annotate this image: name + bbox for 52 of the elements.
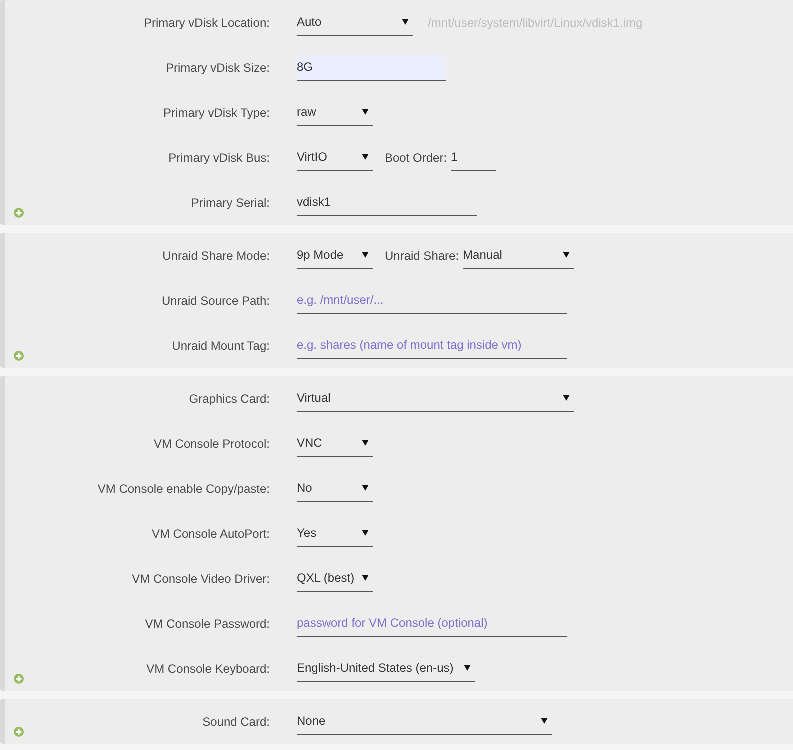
field-label: Graphics Card: xyxy=(188,392,270,406)
dropdown[interactable]: English-United States (en-us) xyxy=(297,656,475,682)
field-label: Primary vDisk Location: xyxy=(142,16,270,30)
field-label: Sound Card: xyxy=(202,714,270,728)
caret-icon xyxy=(402,19,409,25)
dropdown[interactable]: QXL (best) xyxy=(297,566,373,592)
caret-icon xyxy=(362,109,369,115)
caret-icon xyxy=(541,718,548,724)
field-label: Unraid Source Path: xyxy=(160,294,270,308)
field-label: VM Console Protocol: xyxy=(152,436,270,450)
field-label: VM Console Keyboard: xyxy=(146,662,270,676)
text-field[interactable]: e.g. shares (name of mount tag inside vm) xyxy=(297,332,567,358)
text-field[interactable]: 8G xyxy=(297,54,446,80)
field-label: VM Console Password: xyxy=(144,616,270,630)
dropdown[interactable]: 9p Mode xyxy=(297,242,373,268)
text-field[interactable]: e.g. /mnt/user/... xyxy=(297,288,567,314)
field-label: VM Console Video Driver: xyxy=(131,572,270,586)
caret-icon xyxy=(563,395,570,401)
add-icon[interactable] xyxy=(14,727,24,737)
caret-icon xyxy=(362,154,369,160)
dropdown[interactable]: VirtIO xyxy=(297,144,373,170)
add-icon[interactable] xyxy=(14,351,24,361)
dropdown[interactable]: Yes xyxy=(297,520,373,546)
field-label: Primary vDisk Type: xyxy=(162,106,270,120)
text-field[interactable]: password for VM Console (optional) xyxy=(297,610,567,636)
text-field[interactable]: 1 xyxy=(451,144,496,170)
add-icon[interactable] xyxy=(14,208,24,218)
field-label: Primary vDisk Size: xyxy=(164,60,270,74)
dropdown[interactable]: VNC xyxy=(297,430,373,456)
caret-icon xyxy=(362,485,369,491)
caret-icon xyxy=(563,252,570,258)
dropdown[interactable]: Manual xyxy=(463,242,574,268)
caret-icon xyxy=(362,530,369,536)
field-label: Boot Order: xyxy=(385,150,448,164)
dropdown[interactable]: Auto xyxy=(297,10,413,36)
dropdown[interactable]: None xyxy=(297,708,552,734)
text-field[interactable]: vdisk1 xyxy=(297,190,477,216)
field-label: Unraid Share Mode: xyxy=(162,248,270,262)
field-label: VM Console AutoPort: xyxy=(150,526,270,540)
dropdown[interactable]: raw xyxy=(297,100,373,126)
field-label: Primary Serial: xyxy=(190,196,270,210)
dropdown[interactable]: No xyxy=(297,476,373,502)
caret-icon xyxy=(362,252,369,258)
caret-icon xyxy=(464,665,471,671)
add-icon[interactable] xyxy=(14,674,24,684)
caret-icon xyxy=(362,575,369,581)
field-label: Primary vDisk Bus: xyxy=(168,150,270,164)
field-label: Unraid Share: xyxy=(385,248,460,262)
field-label: VM Console enable Copy/paste: xyxy=(96,482,270,496)
field-label: Unraid Mount Tag: xyxy=(171,338,270,352)
caret-icon xyxy=(362,440,369,446)
dropdown[interactable]: Virtual xyxy=(297,386,574,412)
